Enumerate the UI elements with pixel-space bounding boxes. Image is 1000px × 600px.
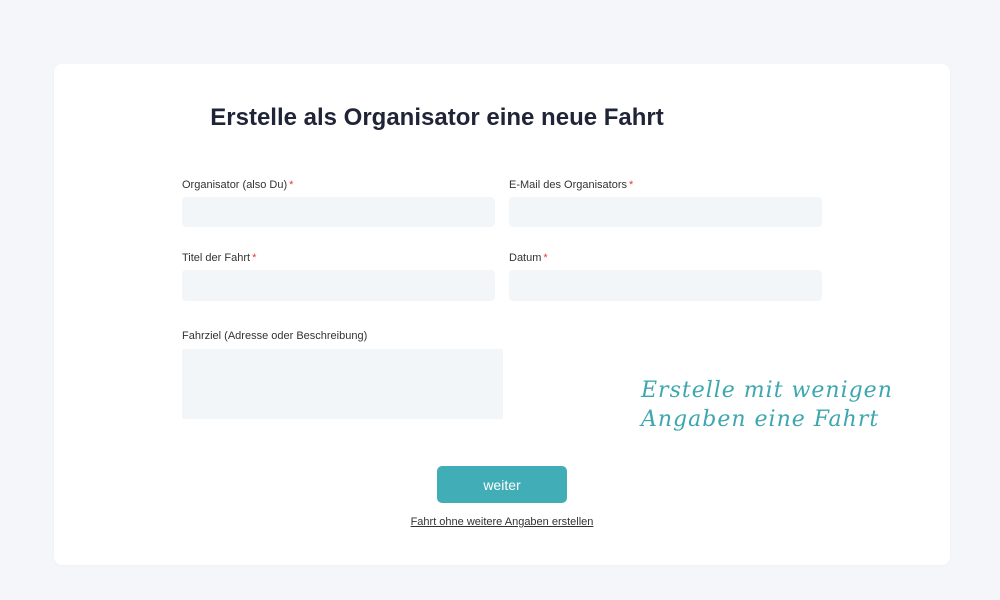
trip-title-input[interactable] — [182, 270, 495, 301]
required-marker: * — [543, 252, 548, 264]
trip-title-label: Titel der Fahrt * — [182, 252, 256, 264]
hint-line-2: Angaben eine Fahrt — [641, 407, 880, 432]
destination-textarea[interactable] — [182, 349, 503, 419]
organizer-label: Organisator (also Du) * — [182, 179, 293, 191]
date-label-text: Datum — [509, 252, 542, 264]
email-input[interactable] — [509, 197, 822, 227]
email-label: E-Mail des Organisators * — [509, 179, 633, 191]
required-marker: * — [629, 179, 634, 191]
hint-line-1: Erstelle mit wenigen — [641, 378, 893, 403]
required-marker: * — [252, 252, 257, 264]
handwritten-hint: Erstelle mit wenigen Angaben eine Fahrt — [641, 376, 893, 434]
organizer-input[interactable] — [182, 197, 495, 227]
required-marker: * — [289, 179, 294, 191]
create-without-details-link[interactable]: Fahrt ohne weitere Angaben erstellen — [0, 516, 1000, 528]
organizer-label-text: Organisator (also Du) — [182, 179, 288, 191]
email-label-text: E-Mail des Organisators — [509, 179, 627, 191]
destination-label-text: Fahrziel (Adresse oder Beschreibung) — [182, 330, 368, 342]
date-label: Datum * — [509, 252, 548, 264]
destination-label: Fahrziel (Adresse oder Beschreibung) — [182, 330, 367, 342]
page-title: Erstelle als Organisator eine neue Fahrt — [210, 104, 664, 131]
continue-button[interactable]: weiter — [437, 466, 567, 503]
trip-title-label-text: Titel der Fahrt — [182, 252, 251, 264]
date-input[interactable] — [509, 270, 822, 301]
